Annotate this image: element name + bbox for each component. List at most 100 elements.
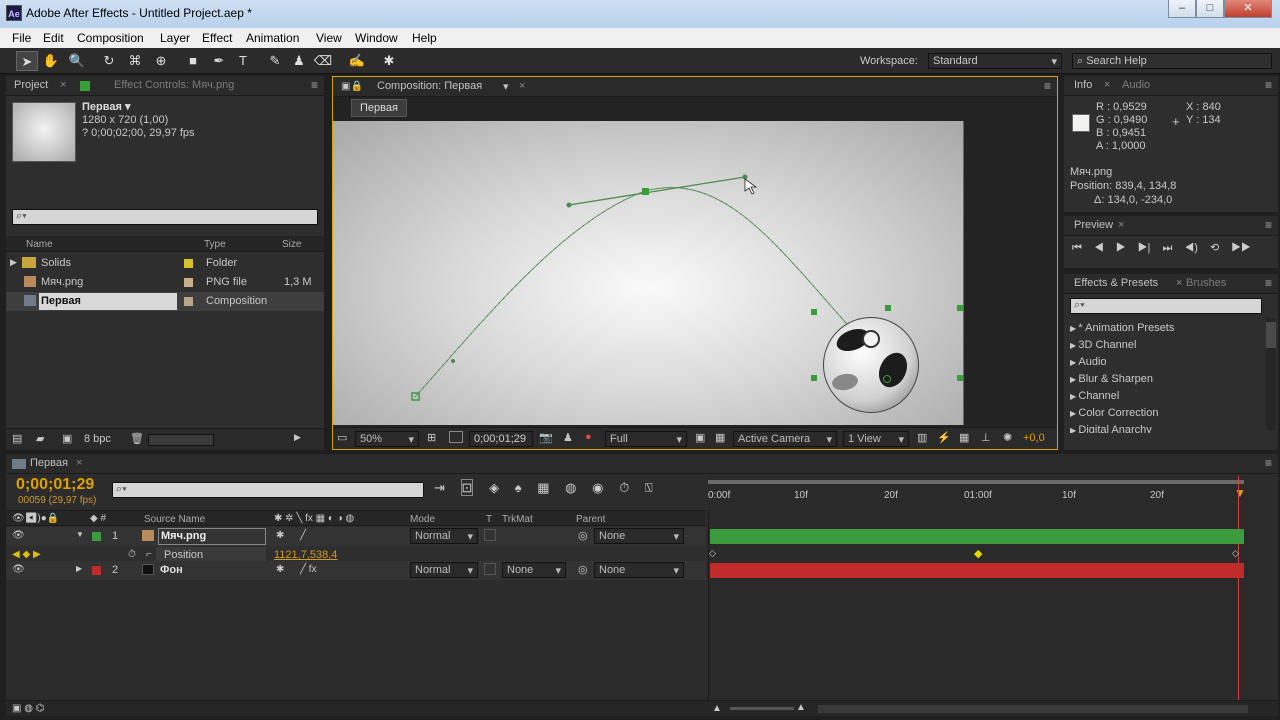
- toggle-switches-icon[interactable]: ▣ ◍ ⌬: [12, 703, 44, 714]
- last-frame-icon[interactable]: ⏭: [1162, 242, 1172, 254]
- current-time-field[interactable]: 0;00;01;29: [469, 431, 533, 447]
- tab-dropdown-icon[interactable]: ▾: [503, 80, 509, 93]
- keyframe-icon[interactable]: ◆: [974, 547, 982, 560]
- panel-menu-icon[interactable]: ≡: [1044, 79, 1051, 93]
- exposure-value[interactable]: +0,0: [1023, 432, 1045, 444]
- first-frame-icon[interactable]: ⏮: [1072, 242, 1082, 254]
- tab-effect-controls[interactable]: Effect Controls: Мяч.png: [114, 79, 234, 91]
- collapse-arrow-icon[interactable]: ▼: [76, 530, 84, 539]
- panel-menu-icon[interactable]: ≡: [1265, 218, 1272, 232]
- toggle-pixel-aspect-icon[interactable]: ▥: [917, 431, 927, 444]
- comp-breadcrumb[interactable]: Первая: [351, 99, 407, 117]
- tab-audio[interactable]: Audio: [1122, 79, 1150, 91]
- lock-icon[interactable]: ▣🔒: [341, 81, 363, 92]
- motion-blur-icon[interactable]: ◍: [565, 480, 576, 495]
- eye-icon[interactable]: 👁: [12, 564, 25, 575]
- pickwhip-icon[interactable]: ◎: [578, 529, 588, 542]
- playhead-icon[interactable]: ▼: [1234, 486, 1246, 500]
- show-snapshot-icon[interactable]: ♟: [563, 431, 573, 444]
- zoom-dropdown[interactable]: 50% ▾: [355, 431, 419, 447]
- keyframe-navigator-icon[interactable]: ◀ ◆ ▶: [12, 549, 41, 560]
- region-of-interest-icon[interactable]: [449, 431, 463, 443]
- list-item[interactable]: ▶ Channel: [1070, 388, 1174, 405]
- draft-3d-icon[interactable]: ◈: [489, 480, 499, 495]
- stopwatch-icon[interactable]: ⏱: [128, 549, 136, 560]
- property-value[interactable]: 1121,7,538,4: [274, 549, 337, 561]
- menu-composition[interactable]: Composition: [77, 31, 144, 45]
- menu-effect[interactable]: Effect: [202, 31, 232, 45]
- keyframe-icon[interactable]: ◇: [1232, 548, 1239, 559]
- tab-info[interactable]: Info: [1074, 79, 1092, 91]
- anchor-point-icon[interactable]: [883, 375, 891, 383]
- menu-animation[interactable]: Animation: [246, 31, 299, 45]
- shy-icon[interactable]: ✱: [276, 530, 284, 541]
- effects-search-input[interactable]: ⌕▾: [1070, 298, 1262, 314]
- trkmat-dropdown[interactable]: None ▾: [502, 562, 566, 578]
- live-update-icon[interactable]: ⊡: [460, 479, 474, 496]
- layer-bar[interactable]: [710, 529, 1244, 544]
- panel-menu-icon[interactable]: ≡: [1265, 78, 1272, 92]
- current-time-display[interactable]: 0;00;01;29: [16, 476, 94, 494]
- tab-project[interactable]: Project: [14, 79, 48, 91]
- brush-tool-icon[interactable]: ✎: [264, 51, 286, 71]
- tab-timeline[interactable]: Первая: [30, 457, 68, 469]
- timeline-search-input[interactable]: ⌕▾: [112, 482, 424, 498]
- list-item[interactable]: ▶ Solids Folder: [6, 254, 324, 273]
- fast-preview-icon[interactable]: ⚡: [937, 431, 951, 444]
- label-swatch[interactable]: [92, 532, 101, 541]
- list-item[interactable]: ▶ Audio: [1070, 354, 1174, 371]
- list-item[interactable]: Мяч.png PNG file 1,3 M: [6, 273, 324, 292]
- safe-zones-icon[interactable]: ⊞: [427, 431, 436, 444]
- av-switches-icon[interactable]: 👁◀)●🔒: [12, 513, 59, 524]
- expand-arrow-icon[interactable]: ▶: [76, 564, 82, 573]
- zoom-out-icon[interactable]: ▲: [712, 703, 722, 714]
- list-item[interactable]: ▶ 3D Channel: [1070, 337, 1174, 354]
- rotate-tool-icon[interactable]: ↻: [98, 51, 120, 71]
- preserve-transparency-checkbox[interactable]: [484, 563, 496, 575]
- label-swatch[interactable]: [92, 566, 101, 575]
- frame-blending-icon[interactable]: ▦: [537, 480, 549, 495]
- layer-name[interactable]: Мяч.png: [158, 528, 266, 545]
- exposure-icon[interactable]: ✺: [1003, 431, 1012, 444]
- channel-icon[interactable]: ●: [585, 431, 592, 443]
- bpc-label[interactable]: 8 bpc: [84, 433, 111, 445]
- tab-composition[interactable]: Composition: Первая: [377, 80, 482, 92]
- camera-tool-icon[interactable]: ⌘: [124, 51, 146, 71]
- minimize-button[interactable]: –: [1168, 0, 1196, 18]
- layer-bar[interactable]: [710, 563, 1244, 578]
- label-swatch[interactable]: [184, 278, 193, 287]
- loop-icon[interactable]: ⟲: [1210, 242, 1219, 254]
- timeline-icon[interactable]: ▦: [959, 431, 969, 444]
- workspace-dropdown[interactable]: Standard ▾: [928, 53, 1062, 69]
- layer-name[interactable]: Фон: [160, 564, 183, 576]
- list-item[interactable]: ▶ Digital Anarchy: [1070, 422, 1174, 433]
- puppet-tool-icon[interactable]: ✱: [378, 51, 400, 71]
- roto-brush-tool-icon[interactable]: ✍: [346, 51, 368, 71]
- graph-editor-icon[interactable]: ⍂: [645, 480, 653, 495]
- new-folder-icon[interactable]: ▰: [36, 432, 44, 445]
- always-preview-icon[interactable]: ▭: [337, 431, 347, 444]
- resolution-dropdown[interactable]: Full ▾: [605, 431, 687, 447]
- audio-icon[interactable]: ◀): [1184, 242, 1197, 254]
- search-help-input[interactable]: ⌕ Search Help: [1072, 53, 1272, 69]
- composition-viewer[interactable]: [333, 121, 963, 425]
- brainstorm-icon[interactable]: ◉: [592, 480, 603, 495]
- camera-dropdown[interactable]: Active Camera ▾: [733, 431, 837, 447]
- pen-tool-icon[interactable]: ✒: [208, 51, 230, 71]
- keyframe-icon[interactable]: ◇: [709, 548, 716, 559]
- list-item[interactable]: ▶ * Animation Presets: [1070, 320, 1174, 337]
- transparency-grid-icon[interactable]: ▦: [715, 431, 725, 444]
- list-item[interactable]: ▶ Color Correction: [1070, 405, 1174, 422]
- views-dropdown[interactable]: 1 View ▾: [843, 431, 909, 447]
- next-frame-icon[interactable]: ▶|: [1138, 242, 1151, 254]
- play-icon[interactable]: ▶: [1116, 242, 1126, 254]
- quality-icon[interactable]: ╱: [300, 530, 306, 541]
- rectangle-tool-icon[interactable]: ■: [182, 51, 204, 71]
- selection-tool-icon[interactable]: ➤: [16, 51, 38, 71]
- maximize-button[interactable]: □: [1196, 0, 1224, 18]
- preserve-transparency-checkbox[interactable]: [484, 529, 496, 541]
- parent-dropdown[interactable]: None ▾: [594, 528, 684, 544]
- expand-arrow-icon[interactable]: ▶: [10, 257, 17, 268]
- label-swatch[interactable]: [184, 259, 193, 268]
- zoom-slider[interactable]: [730, 707, 794, 710]
